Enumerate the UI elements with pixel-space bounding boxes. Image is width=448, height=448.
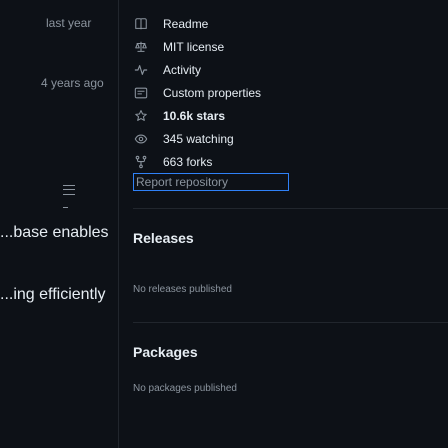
- commit-time[interactable]: last year: [46, 16, 91, 30]
- list-unordered-icon: [63, 185, 75, 195]
- file-list-fragment: last year 4 years ago ...base enables ..…: [0, 0, 118, 448]
- note-icon: [133, 85, 149, 101]
- repository-page: last year 4 years ago ...base enables ..…: [0, 0, 448, 448]
- packages-heading[interactable]: Packages: [133, 344, 198, 360]
- outline-button[interactable]: [56, 177, 82, 203]
- readme-text-fragment: ...base enables: [0, 224, 109, 241]
- about-label: Custom properties: [163, 86, 262, 100]
- section-divider: [133, 208, 448, 209]
- releases-empty-note: No releases published: [133, 284, 232, 295]
- report-repository-link[interactable]: Report repository: [133, 173, 289, 191]
- about-link-stars[interactable]: 10.6k stars: [133, 106, 225, 126]
- about-label: 345 watching: [163, 132, 234, 146]
- star-icon: [133, 108, 149, 124]
- about-link-forks[interactable]: 663 forks: [133, 152, 212, 172]
- law-icon: [133, 39, 149, 55]
- about-label: MIT license: [163, 40, 225, 54]
- about-link-watchers[interactable]: 345 watching: [133, 129, 234, 149]
- outline-divider: [63, 207, 68, 208]
- repo-forked-icon: [133, 154, 149, 170]
- about-link-custom-properties[interactable]: Custom properties: [133, 83, 261, 103]
- about-link-readme[interactable]: Readme: [133, 14, 208, 34]
- about-link-license[interactable]: MIT license: [133, 37, 224, 57]
- section-divider: [133, 322, 448, 323]
- packages-empty-note: No packages published: [133, 383, 237, 394]
- eye-icon: [133, 131, 149, 147]
- readme-text-fragment: ...ing efficiently: [0, 286, 106, 303]
- pulse-icon: [133, 62, 149, 78]
- book-icon: [133, 16, 149, 32]
- about-label: Readme: [163, 17, 209, 31]
- column-divider: [118, 0, 119, 448]
- about-link-activity[interactable]: Activity: [133, 60, 201, 80]
- releases-heading[interactable]: Releases: [133, 230, 194, 246]
- commit-time[interactable]: 4 years ago: [41, 76, 104, 90]
- about-label: Activity: [163, 63, 202, 77]
- about-label: 663 forks: [163, 155, 213, 169]
- about-label: 10.6k stars: [163, 109, 226, 123]
